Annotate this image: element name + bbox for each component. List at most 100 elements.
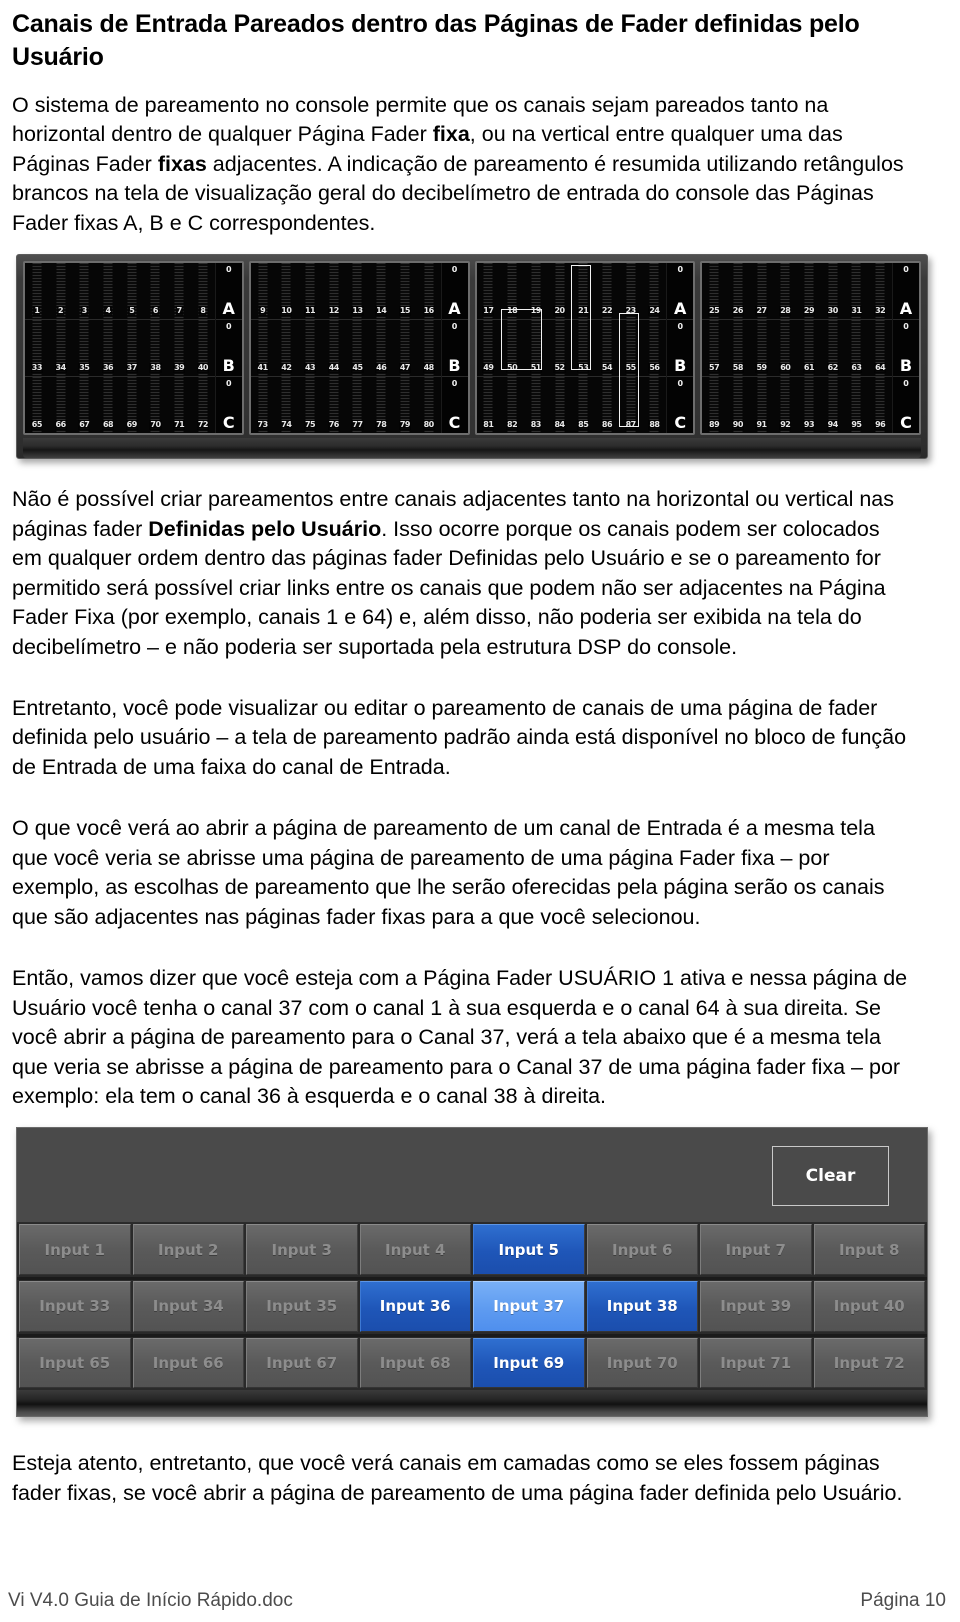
meter-cell-b: 42	[274, 319, 299, 377]
input-button[interactable]: Input 35	[246, 1281, 358, 1332]
channel-number: 93	[802, 420, 816, 431]
meter-column: 7 39 71	[167, 263, 192, 434]
meter-cell-c: 93	[797, 376, 821, 434]
meter-cell-a: 5	[120, 263, 144, 320]
legend-letter-b: B	[222, 356, 235, 376]
channel-number: 77	[351, 420, 364, 431]
meter-column: 21 53 85	[571, 263, 596, 434]
channel-number: 78	[375, 420, 388, 431]
meter-panel-2: 9 41 73 10 42 74 11 43 75 12 44 76 13 45…	[248, 261, 470, 436]
meter-cell-a: 17	[477, 263, 501, 320]
legend-cell-b: 0B	[667, 319, 694, 376]
clear-button[interactable]: Clear	[772, 1146, 889, 1207]
meter-cell-b: 57	[702, 319, 726, 377]
input-button[interactable]: Input 68	[359, 1337, 471, 1389]
channel-number: 8	[199, 306, 207, 317]
channel-number: 34	[54, 363, 67, 374]
legend-zero: 0	[451, 265, 458, 275]
meter-column: 15 47 79	[393, 263, 417, 434]
input-button[interactable]: Input 36	[359, 1281, 471, 1332]
meter-cell-a: 11	[298, 263, 322, 320]
legend-cell-c: 0C	[893, 376, 919, 433]
pairing-screen-header: Clear	[17, 1128, 927, 1224]
input-button[interactable]: Input 65	[19, 1337, 131, 1389]
legend-cell-a: 0A	[667, 263, 693, 319]
input-button[interactable]: Input 69	[473, 1337, 585, 1389]
meter-column: 19 51 83	[523, 263, 548, 434]
meter-column: 1 33 65	[25, 263, 49, 434]
meter-cell-b: 52	[547, 319, 572, 377]
channel-number: 52	[553, 363, 566, 374]
meter-columns-2: 9 41 73 10 42 74 11 43 75 12 44 76 13 45…	[250, 263, 441, 434]
channel-number: 56	[648, 363, 661, 374]
meter-cell-b: 45	[345, 319, 370, 377]
input-button[interactable]: Input 38	[586, 1281, 698, 1332]
channel-number: 74	[280, 420, 293, 431]
input-button[interactable]: Input 5	[473, 1224, 585, 1276]
input-button[interactable]: Input 3	[246, 1224, 358, 1276]
meter-cell-c: 68	[96, 376, 120, 434]
input-button[interactable]: Input 40	[813, 1281, 925, 1332]
paragraph-6: Esteja atento, entretanto, que você verá…	[12, 1451, 903, 1505]
channel-number: 14	[375, 306, 388, 317]
meter-columns-3: 17 49 81 18 50 82 19 51 83 20 52 84 21 5…	[476, 263, 667, 434]
channel-number: 3	[80, 306, 88, 317]
meter-cell-b: 50	[500, 319, 524, 377]
meter-cell-c: 81	[476, 376, 501, 434]
channel-number: 64	[874, 363, 887, 374]
meter-cell-a: 3	[72, 263, 96, 320]
channel-number: 44	[327, 363, 340, 374]
meter-column: 20 52 84	[547, 263, 572, 434]
input-button[interactable]: Input 6	[586, 1224, 698, 1276]
paragraph-3: Entretanto, você pode visualizar ou edit…	[12, 695, 907, 779]
input-button[interactable]: Input 34	[132, 1281, 244, 1332]
channel-number: 68	[101, 420, 115, 431]
channel-number: 24	[648, 306, 661, 317]
legend-letter-c: C	[448, 413, 461, 433]
channel-number: 33	[30, 363, 43, 374]
panel-legend-3: 0A 0B 0C	[666, 263, 694, 434]
channel-number: 6	[151, 306, 159, 317]
meter-cell-a: 25	[702, 263, 726, 320]
legend-zero: 0	[225, 322, 232, 332]
input-button[interactable]: Input 4	[359, 1224, 471, 1276]
meter-cell-c: 91	[749, 376, 774, 434]
input-button[interactable]: Input 8	[813, 1224, 925, 1276]
meter-cell-b: 37	[119, 319, 144, 377]
input-button[interactable]: Input 67	[246, 1337, 358, 1389]
meter-cell-b: 58	[725, 319, 750, 377]
meter-cell-c: 72	[191, 376, 215, 434]
channel-number: 71	[173, 420, 186, 431]
channel-number: 76	[327, 420, 340, 431]
channel-number: 54	[600, 363, 614, 374]
input-button[interactable]: Input 66	[132, 1337, 244, 1389]
meter-cell-c: 89	[702, 376, 726, 434]
channel-number: 9	[259, 306, 267, 317]
meter-cell-a: 30	[821, 263, 845, 320]
input-button[interactable]: Input 71	[700, 1337, 812, 1389]
meter-cell-a: 29	[797, 263, 821, 320]
input-button-selected[interactable]: Input 37	[473, 1281, 585, 1332]
input-button[interactable]: Input 2	[132, 1224, 244, 1276]
meter-cell-c: 87	[618, 376, 643, 434]
channel-number: 96	[874, 420, 887, 431]
input-button[interactable]: Input 7	[700, 1224, 812, 1276]
input-button[interactable]: Input 39	[700, 1281, 812, 1332]
channel-number: 84	[553, 420, 566, 431]
channel-number: 65	[30, 420, 43, 431]
channel-number: 50	[506, 363, 519, 374]
meter-cell-b: 63	[844, 319, 869, 377]
input-button[interactable]: Input 70	[586, 1337, 698, 1389]
input-button[interactable]: Input 33	[19, 1281, 131, 1332]
input-row-layer-c: Input 65 Input 66 Input 67 Input 68 Inpu…	[17, 1337, 927, 1391]
paragraph-2: Não é possível criar pareamentos entre c…	[8, 485, 950, 662]
channel-number: 38	[149, 363, 162, 374]
channel-number: 22	[600, 306, 614, 317]
channel-number: 23	[624, 306, 637, 317]
meter-column: 2 34 66	[48, 263, 73, 434]
meter-column: 16 48 80	[416, 263, 441, 434]
meter-cell-a: 13	[346, 263, 370, 320]
panel-legend-2: 0A 0B 0C	[440, 263, 468, 434]
input-button[interactable]: Input 72	[813, 1337, 925, 1389]
input-button[interactable]: Input 1	[19, 1224, 131, 1276]
